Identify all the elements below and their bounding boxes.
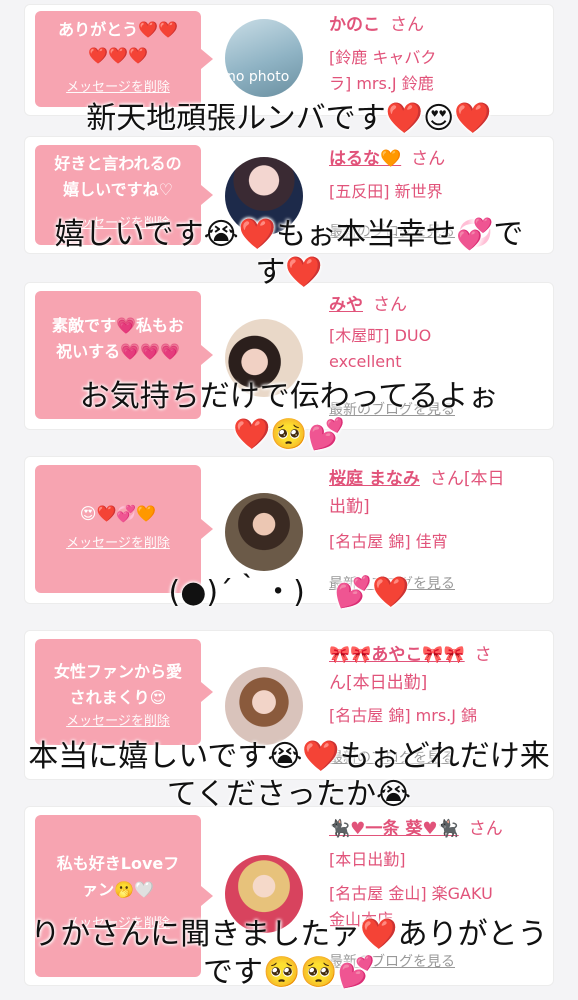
cast-name-link[interactable]: 🎀🎀あやこ🎀🎀 — [329, 645, 465, 665]
cast-name-line: 桜庭 まなみ さん[本日 出勤] — [329, 465, 549, 521]
message-text: ありがとう❤️❤️ — [58, 20, 178, 39]
message-text-2: されまくり😍 — [69, 688, 167, 707]
message-text-2: 祝いする💗💗💗 — [56, 342, 180, 361]
fan-message-card: 素敵です💗私もお 祝いする💗💗💗 みや さん [木屋町] DUO excellen… — [24, 282, 554, 430]
cast-name-link[interactable]: 桜庭 まなみ — [329, 469, 420, 489]
fan-message-card: ありがとう❤️❤️ ❤️❤️❤️ メッセージを削除 no photo かのこ さん… — [24, 4, 554, 116]
message-bubble: 素敵です💗私もお 祝いする💗💗💗 — [35, 291, 213, 419]
avatar[interactable] — [225, 157, 303, 235]
message-bubble: ありがとう❤️❤️ ❤️❤️❤️ メッセージを削除 — [35, 11, 213, 107]
latest-blog-link[interactable]: 最新のブログを見る — [329, 573, 455, 593]
honorific-line-2: ん[本日出勤] — [329, 673, 428, 693]
delete-message-link[interactable]: メッセージを削除 — [35, 75, 201, 101]
message-text: 女性ファンから愛 — [53, 662, 182, 681]
honorific: さん — [390, 15, 424, 35]
message-text-2: ァン🫢🤍 — [82, 880, 154, 899]
shop-info-line: [名古屋 錦] mrs.J 錦 — [329, 706, 478, 725]
shop-info: [木屋町] DUO excellent — [329, 323, 539, 375]
shop-info-line: [本日出勤] — [329, 850, 406, 869]
message-bubble: 私も好きLoveフ ァン🫢🤍 メッセージを削除 — [35, 815, 213, 977]
avatar[interactable] — [225, 493, 303, 571]
cast-name-link[interactable]: はるな🧡 — [329, 149, 401, 169]
cast-name-link[interactable]: 🐈‍⬛♥一条 葵♥🐈‍⬛ — [329, 819, 459, 839]
no-photo-label: no photo — [227, 69, 290, 85]
cast-name-line: はるな🧡 さん — [329, 145, 549, 173]
message-text: 好きと言われるの — [54, 154, 182, 173]
fan-message-card: 😍❤️💞🧡 メッセージを削除 桜庭 まなみ さん[本日 出勤] [名古屋 錦] 佳… — [24, 456, 554, 604]
message-text-2: 嬉しいですね♡ — [63, 180, 173, 199]
delete-message-link[interactable]: メッセージを削除 — [35, 211, 201, 237]
shop-info: [名古屋 錦] 佳宵 — [329, 529, 539, 555]
cast-name-line: みや さん — [329, 291, 549, 319]
shop-info-line: [五反田] 新世界 — [329, 182, 443, 201]
cast-name-line: かのこ さん — [329, 11, 549, 39]
honorific: さん — [468, 819, 503, 839]
cast-name-link[interactable]: かのこ — [329, 15, 380, 35]
latest-blog-link[interactable]: 最新のブログを見る — [329, 221, 455, 241]
fan-message-card: 女性ファンから愛 されまくり😍 メッセージを削除 🎀🎀あやこ🎀🎀 さ ん[本日出勤… — [24, 630, 554, 780]
message-text: 😍❤️💞🧡 — [79, 504, 157, 523]
avatar[interactable] — [225, 855, 303, 933]
shop-info: [五反田] 新世界 — [329, 179, 539, 205]
shop-info: [名古屋 錦] mrs.J 錦 — [329, 703, 539, 729]
shop-info-line: 金山本店 — [329, 910, 394, 929]
cast-name-line: 🐈‍⬛♥一条 葵♥🐈‍⬛ さん — [329, 815, 549, 843]
shop-info: [本日出勤] [名古屋 金山] 楽GAKU 金山本店 — [329, 847, 539, 933]
fan-message-card: 好きと言われるの 嬉しいですね♡ メッセージを削除 はるな🧡 さん [五反田] 新… — [24, 136, 554, 254]
delete-message-link[interactable]: メッセージを削除 — [35, 911, 201, 937]
shop-info-line: [木屋町] DUO — [329, 326, 432, 345]
cast-name-link[interactable]: みや — [329, 295, 363, 315]
message-bubble: 好きと言われるの 嬉しいですね♡ メッセージを削除 — [35, 145, 213, 245]
message-text: 素敵です💗私もお — [52, 316, 184, 335]
message-text: 私も好きLoveフ — [56, 854, 180, 873]
avatar[interactable] — [225, 667, 303, 745]
latest-blog-link[interactable]: 最新のブログを見る — [329, 747, 455, 767]
honorific: さ — [474, 645, 492, 665]
delete-message-link[interactable]: メッセージを削除 — [35, 709, 201, 735]
avatar[interactable] — [225, 319, 303, 397]
honorific-line-2: 出勤] — [329, 497, 370, 517]
latest-blog-link[interactable]: 最新のブログを見る — [329, 951, 455, 971]
fan-message-card: 私も好きLoveフ ァン🫢🤍 メッセージを削除 🐈‍⬛♥一条 葵♥🐈‍⬛ さん [… — [24, 806, 554, 986]
delete-message-link[interactable]: メッセージを削除 — [35, 531, 201, 557]
message-bubble: 😍❤️💞🧡 メッセージを削除 — [35, 465, 213, 593]
shop-info-line: [名古屋 金山] 楽GAKU — [329, 884, 493, 903]
message-text-2: ❤️❤️❤️ — [88, 46, 148, 65]
shop-info-line: [鈴鹿 キャバク — [329, 48, 437, 67]
cast-name-line: 🎀🎀あやこ🎀🎀 さ ん[本日出勤] — [329, 641, 549, 697]
shop-info-line: ラ] mrs.J 鈴鹿 — [329, 74, 434, 93]
honorific: さん[本日 — [429, 469, 505, 489]
honorific: さん — [411, 149, 446, 169]
message-bubble: 女性ファンから愛 されまくり😍 メッセージを削除 — [35, 639, 213, 745]
shop-info: [鈴鹿 キャバク ラ] mrs.J 鈴鹿 — [329, 45, 539, 97]
avatar[interactable]: no photo — [225, 19, 303, 97]
shop-info-line: excellent — [329, 352, 402, 371]
honorific: さん — [373, 295, 407, 315]
shop-info-line: [名古屋 錦] 佳宵 — [329, 532, 448, 551]
latest-blog-link[interactable]: 最新のブログを見る — [329, 399, 455, 419]
